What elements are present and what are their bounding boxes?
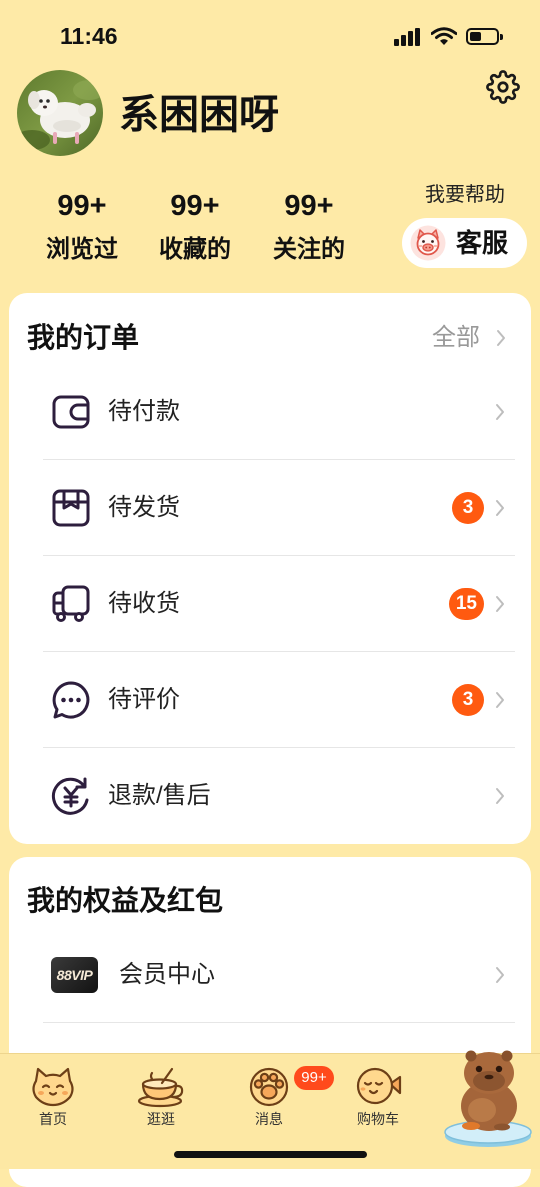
battery-icon xyxy=(466,27,504,46)
order-row-label: 待评价 xyxy=(108,686,180,713)
settings-gear-icon[interactable] xyxy=(486,70,520,104)
count-badge: 15 xyxy=(448,588,484,620)
order-row-label: 待发货 xyxy=(108,494,180,521)
pig-mascot-icon xyxy=(410,225,446,261)
stat-value: 99+ xyxy=(57,190,107,222)
order-row-pending-payment[interactable]: 待付款 xyxy=(9,364,531,460)
stat-favorites[interactable]: 99+ 收藏的 xyxy=(140,188,250,266)
view-all-label: 全部 xyxy=(432,324,480,351)
member-center-label: 会员中心 xyxy=(119,961,215,988)
order-row-refund[interactable]: 退款/售后 xyxy=(9,748,531,844)
battery-level-fill xyxy=(470,32,482,41)
order-row-to-review[interactable]: 待评价 3 xyxy=(9,652,531,748)
order-row-to-receive[interactable]: 待收货 15 xyxy=(9,556,531,652)
orders-title: 我的订单 xyxy=(27,322,140,353)
orders-card: 我的订单 全部 待付款 待发货 3 待收货 15 待评价 3 退款/售后 xyxy=(9,293,531,844)
truck-icon xyxy=(52,585,90,622)
fish-face-icon xyxy=(356,1067,402,1105)
username[interactable]: 系困困呀 xyxy=(119,89,279,141)
avatar[interactable] xyxy=(17,70,103,156)
chat-bubble-icon xyxy=(52,681,90,719)
cellular-signal-icon xyxy=(394,28,420,46)
capybara-icon[interactable] xyxy=(442,1044,534,1148)
cat-face-icon xyxy=(32,1067,74,1107)
customer-service-label: 客服 xyxy=(456,228,509,258)
help-label: 我要帮助 xyxy=(425,184,505,206)
order-row-label: 待收货 xyxy=(108,590,180,617)
divider xyxy=(43,1022,515,1023)
tab-cart[interactable]: 购物车 xyxy=(333,1062,423,1127)
stat-following[interactable]: 99+ 关注的 xyxy=(254,188,364,266)
tab-label: 消息 xyxy=(255,1111,283,1127)
member-center-row[interactable]: 88VIP 会员中心 xyxy=(9,927,531,1023)
stat-value: 99+ xyxy=(284,190,334,222)
tab-messages[interactable]: 消息 99+ xyxy=(224,1062,334,1127)
tab-label: 逛逛 xyxy=(147,1111,175,1127)
count-badge: 3 xyxy=(452,492,484,524)
chevron-right-icon xyxy=(497,330,505,346)
count-badge: 3 xyxy=(452,684,484,716)
chevron-right-icon xyxy=(496,500,504,516)
tab-bar: 首页 逛逛 消息 99+ 购物车 xyxy=(0,1050,540,1169)
tab-home[interactable]: 首页 xyxy=(8,1062,98,1127)
tab-label: 首页 xyxy=(39,1111,67,1127)
view-all-orders-link[interactable]: 全部 xyxy=(432,318,506,358)
order-row-label: 待付款 xyxy=(108,398,180,425)
chevron-right-icon xyxy=(496,692,504,708)
stat-label: 浏览过 xyxy=(46,236,118,263)
package-icon xyxy=(52,489,90,527)
chevron-right-icon xyxy=(496,596,504,612)
status-time: 11:46 xyxy=(60,23,118,49)
stat-browsed[interactable]: 99+ 浏览过 xyxy=(27,188,137,266)
home-indicator xyxy=(174,1151,367,1158)
wifi-icon xyxy=(431,27,457,45)
stat-label: 关注的 xyxy=(273,236,345,263)
chevron-right-icon xyxy=(496,404,504,420)
88vip-icon: 88VIP xyxy=(51,957,98,993)
tab-label: 购物车 xyxy=(357,1111,399,1127)
tab-discover[interactable]: 逛逛 xyxy=(116,1062,206,1127)
chevron-right-icon xyxy=(496,788,504,804)
benefits-title: 我的权益及红包 xyxy=(27,885,224,916)
wallet-icon xyxy=(52,395,90,429)
paw-icon xyxy=(249,1067,289,1107)
refund-yen-icon xyxy=(51,777,89,815)
customer-service-button[interactable]: 客服 xyxy=(402,218,527,268)
unread-badge: 99+ xyxy=(294,1066,334,1090)
order-row-label: 退款/售后 xyxy=(108,782,211,809)
order-row-to-ship[interactable]: 待发货 3 xyxy=(9,460,531,556)
chevron-right-icon xyxy=(496,967,504,983)
stat-value: 99+ xyxy=(170,190,220,222)
stat-label: 收藏的 xyxy=(159,236,231,263)
teacup-icon xyxy=(137,1067,184,1108)
